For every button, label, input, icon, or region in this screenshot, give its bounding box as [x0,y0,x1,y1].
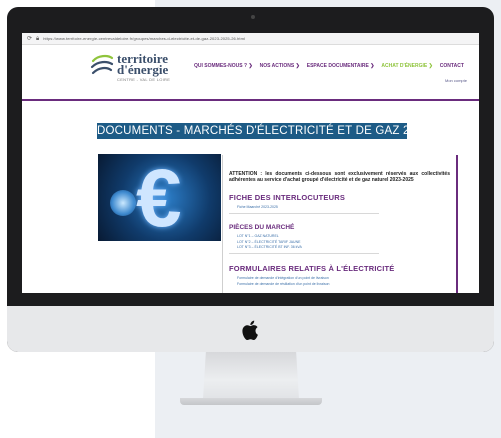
nav-item-qui-sommes-nous[interactable]: QUI SOMMES-NOUS ? ❯ [194,63,253,69]
account-link[interactable]: Mon compte [445,78,467,83]
section-heading-formulaires: FORMULAIRES RELATIFS À L'ÉLECTRICITÉ [229,264,395,273]
euro-symbol-icon: € [136,154,182,241]
document-link[interactable]: Formulaire de demande d'intégration d'un… [237,276,450,280]
main-nav: QUI SOMMES-NOUS ? ❯ NOS ACTIONS ❯ ESPACE… [194,63,464,69]
stage: ⟳ 🔒︎ https://www.territoire-energie-cent… [0,0,501,438]
document-link[interactable]: Formulaire de demande de résiliation d'u… [237,282,450,286]
page-title: DOCUMENTS - MARCHÉS D'ÉLECTRICITÉ ET DE … [97,123,460,139]
nav-item-achat-energie[interactable]: ACHAT D'ÉNERGIE ❯ [381,63,432,69]
document-link[interactable]: LOT N°3 – ÉLECTRICITÉ BT INF. 36 kVA [237,245,450,249]
site-header: territoire d'énergie CENTRE - VAL DE LOI… [22,45,479,101]
document-link[interactable]: Fiche Maarché 2023-2025 [237,205,450,209]
url-text[interactable]: https://www.territoire-energie-centreval… [43,36,245,41]
screen: ⟳ 🔒︎ https://www.territoire-energie-cent… [22,33,479,293]
camera-dot [251,15,255,19]
document-link[interactable]: LOT N°2 – ÉLECTRICITÉ TARIF JAUNE [237,240,450,244]
divider [229,253,379,254]
notice-text: ATTENTION : les documents ci-dessous son… [229,171,450,183]
section-heading-pieces: PIÈCES DU MARCHÉ [229,224,295,231]
reload-icon[interactable]: ⟳ [27,36,32,42]
divider [229,213,379,214]
logo-swirl-icon [90,54,114,75]
document-link[interactable]: LOT N°1 – GAZ NATUREL [237,234,450,238]
nav-item-nos-actions[interactable]: NOS ACTIONS ❯ [260,63,300,69]
apple-logo-icon [242,320,258,341]
logo-text: territoire d'énergie CENTRE - VAL DE LOI… [117,52,171,82]
page-content: DOCUMENTS - MARCHÉS D'ÉLECTRICITÉ ET DE … [22,101,479,293]
browser-address-bar[interactable]: ⟳ 🔒︎ https://www.territoire-energie-cent… [22,33,479,45]
imac-stand-base [180,398,322,405]
site-logo[interactable]: territoire d'énergie CENTRE - VAL DE LOI… [90,52,171,82]
lock-icon: 🔒︎ [36,35,40,42]
logo-line-2: d'énergie [117,62,169,77]
nav-item-espace-documentaire[interactable]: ESPACE DOCUMENTAIRE ❯ [307,63,375,69]
imac-stand [203,352,299,399]
documents-panel: ATTENTION : les documents ci-dessous son… [222,155,458,293]
section-heading-interlocuteurs: FICHE DES INTERLOCUTEURS [229,193,346,202]
light-bulb-icon [110,190,136,216]
logo-line-3: CENTRE - VAL DE LOIRE [117,77,171,82]
euro-hero-image: € [98,154,221,241]
nav-item-contact[interactable]: CONTACT [440,63,464,69]
